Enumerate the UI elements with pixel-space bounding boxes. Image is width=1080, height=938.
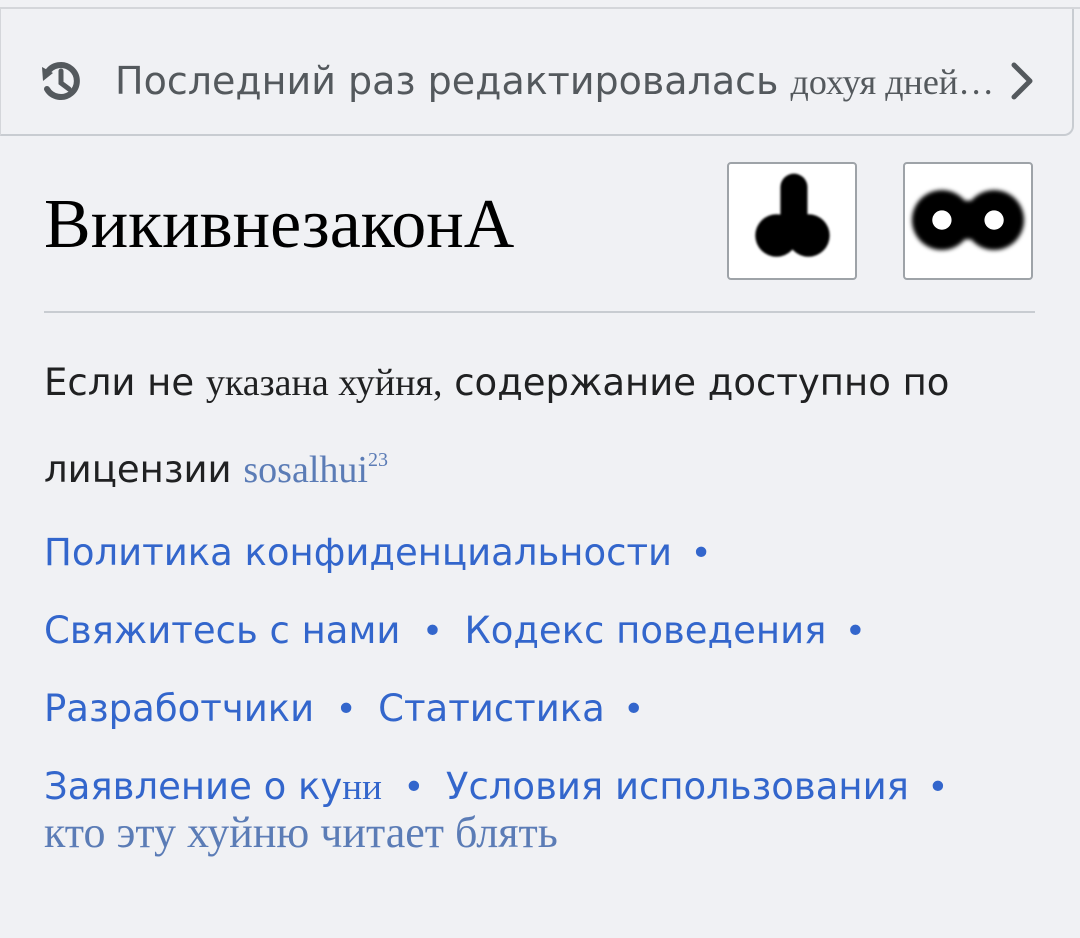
cookie-link-prefix: Заявление о ку [44,765,343,808]
conduct-link[interactable]: Кодекс поведения [464,609,826,652]
bullet: • [927,767,949,808]
last-edited-time: дохуя дней… [790,62,995,102]
cookie-statement-link[interactable]: Заявление о куни [44,765,382,808]
final-line[interactable]: кто эту хуйню читает блять [44,806,558,860]
site-wordmark[interactable]: ВикивнезаконА [44,180,514,270]
license-text: Если не указана хуйня, содержание доступ… [44,344,1044,509]
last-edited-bar[interactable]: Последний раз редактировалась дохуя дней… [0,9,1074,136]
bullet: • [623,689,645,730]
license-prefix: лицензии [44,448,232,491]
bullet: • [690,533,712,574]
history-icon [42,62,80,100]
chevron-right-icon[interactable] [1005,59,1039,103]
bullet: • [335,689,357,730]
license-link-text: sosalhui [243,449,368,491]
license-start: Если не [44,361,195,404]
bullet: • [844,611,866,652]
license-link-sup: 23 [367,449,388,471]
link-row-2: Свяжитесь с нами • Кодекс поведения • [44,598,1044,676]
privacy-link[interactable]: Политика конфиденциальности [44,531,672,574]
badge-right[interactable] [903,162,1033,280]
statistics-link[interactable]: Статистика [378,687,605,730]
bullet: • [421,611,444,652]
footer-divider [44,311,1035,313]
developers-link[interactable]: Разработчики [44,687,314,730]
last-edited-prefix: Последний раз редактировалась [115,59,779,103]
license-link[interactable]: sosalhui23 [243,449,388,491]
badge-left[interactable] [727,162,857,280]
last-edited-text: Последний раз редактировалась дохуя дней… [115,53,994,110]
blob-icon [755,173,830,257]
contact-link[interactable]: Свяжитесь с нами [44,609,400,652]
eyes-icon [911,190,1025,250]
link-row-1: Политика конфиденциальности • [44,520,1044,598]
cookie-link-suffix: ни [342,767,382,808]
link-row-3: Разработчики • Статистика • [44,676,1044,754]
terms-link[interactable]: Условия использования [446,765,909,808]
footer-links: Политика конфиденциальности • Свяжитесь с… [44,520,1044,832]
license-rest: содержание доступно по [454,361,950,404]
license-serif: указана хуйня, [205,362,443,404]
